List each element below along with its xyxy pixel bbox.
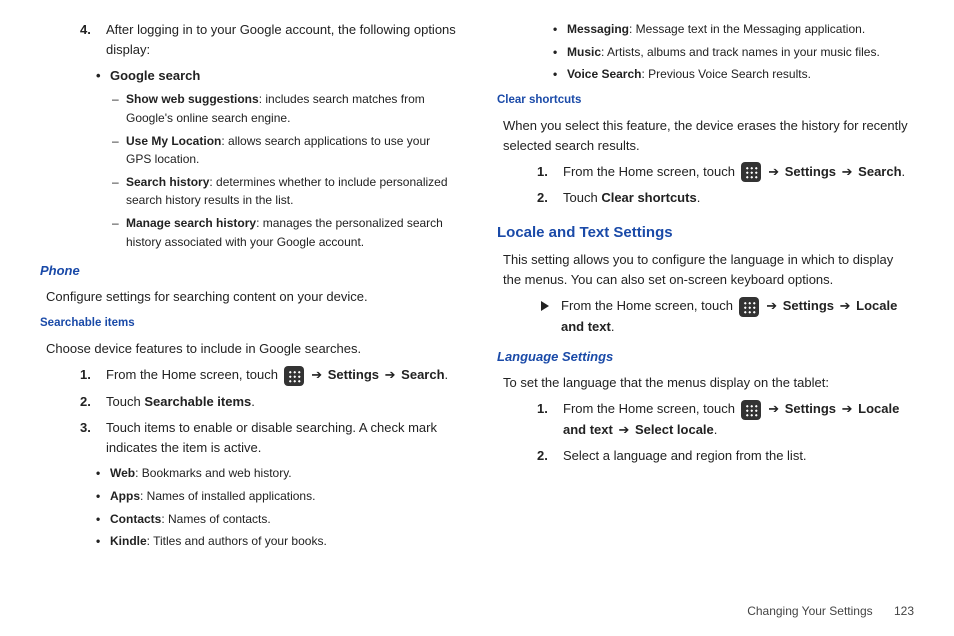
page-number: 123 xyxy=(894,604,914,618)
dash-show-web: – Show web suggestions: includes search … xyxy=(112,90,457,127)
bullet-mark: • xyxy=(553,43,567,62)
dash-manage-history: – Manage search history: manages the per… xyxy=(112,214,457,251)
heading-searchable: Searchable items xyxy=(40,315,457,333)
bullet-music: • Music: Artists, albums and track names… xyxy=(553,43,914,62)
arrow-icon: ➔ xyxy=(766,298,777,313)
dash-mark: – xyxy=(112,90,126,127)
step-body: Touch Clear shortcuts. xyxy=(563,188,914,208)
bullet-google-search: • Google search xyxy=(96,66,457,86)
bullet-body: Kindle: Titles and authors of your books… xyxy=(110,532,327,551)
searchable-step-2: 2. Touch Searchable items. xyxy=(80,392,457,412)
clear-step-2: 2. Touch Clear shortcuts. xyxy=(537,188,914,208)
step-body: Touch Searchable items. xyxy=(106,392,457,412)
arrow-icon: ➔ xyxy=(842,164,853,179)
bullet-mark: • xyxy=(96,532,110,551)
step-number: 1. xyxy=(537,162,563,183)
step-body: Touch items to enable or disable searchi… xyxy=(106,418,457,458)
bullet-mark: • xyxy=(553,65,567,84)
dash-body: Show web suggestions: includes search ma… xyxy=(126,90,457,127)
dash-use-location: – Use My Location: allows search applica… xyxy=(112,132,457,169)
arrow-icon: ➔ xyxy=(842,401,853,416)
step-text: After logging in to your Google account,… xyxy=(106,20,457,60)
apps-grid-icon xyxy=(284,366,304,386)
footer-section: Changing Your Settings xyxy=(747,604,872,618)
locale-para: This setting allows you to configure the… xyxy=(503,250,914,290)
bullet-voice-search: • Voice Search: Previous Voice Search re… xyxy=(553,65,914,84)
dash-body: Search history: determines whether to in… xyxy=(126,173,457,210)
step-number: 4. xyxy=(80,20,106,60)
heading-clear-shortcuts: Clear shortcuts xyxy=(497,92,914,110)
step-number: 2. xyxy=(537,188,563,208)
bullet-mark: • xyxy=(96,487,110,506)
arrow-icon: ➔ xyxy=(385,367,396,382)
bullet-body: Voice Search: Previous Voice Search resu… xyxy=(567,65,811,84)
heading-phone: Phone xyxy=(40,261,457,281)
clear-step-1: 1. From the Home screen, touch ➔ Setting… xyxy=(537,162,914,183)
step-number: 2. xyxy=(537,446,563,466)
arrow-icon: ➔ xyxy=(311,367,322,382)
lang-step-1: 1. From the Home screen, touch ➔ Setting… xyxy=(537,399,914,440)
step-number: 1. xyxy=(80,365,106,386)
lang-step-2: 2. Select a language and region from the… xyxy=(537,446,914,466)
bullet-body: Apps: Names of installed applications. xyxy=(110,487,315,506)
step-4: 4. After logging in to your Google accou… xyxy=(80,20,457,60)
bullet-contacts: • Contacts: Names of contacts. xyxy=(96,510,457,529)
step-body: Select a language and region from the li… xyxy=(563,446,914,466)
arrow-icon: ➔ xyxy=(618,422,629,437)
lang-para: To set the language that the menus displ… xyxy=(503,373,914,393)
dash-mark: – xyxy=(112,214,126,251)
bullet-mark: • xyxy=(553,20,567,39)
apps-grid-icon xyxy=(739,297,759,317)
bullet-body: Messaging: Message text in the Messaging… xyxy=(567,20,865,39)
bullet-mark: • xyxy=(96,510,110,529)
dash-mark: – xyxy=(112,173,126,210)
bullet-body: Web: Bookmarks and web history. xyxy=(110,464,292,483)
heading-language: Language Settings xyxy=(497,347,914,367)
clear-para: When you select this feature, the device… xyxy=(503,116,914,156)
bullet-mark: • xyxy=(96,66,110,86)
apps-grid-icon xyxy=(741,400,761,420)
bullet-body: Music: Artists, albums and track names i… xyxy=(567,43,880,62)
bullet-kindle: • Kindle: Titles and authors of your boo… xyxy=(96,532,457,551)
step-number: 3. xyxy=(80,418,106,458)
step-body: From the Home screen, touch ➔ Settings ➔… xyxy=(563,399,914,440)
bullet-mark: • xyxy=(96,464,110,483)
left-column: 4. After logging in to your Google accou… xyxy=(40,20,457,555)
dash-body: Manage search history: manages the perso… xyxy=(126,214,457,251)
heading-locale-text: Locale and Text Settings xyxy=(497,221,914,244)
arrow-icon: ➔ xyxy=(768,401,779,416)
arrow-icon: ➔ xyxy=(840,298,851,313)
step-body: From the Home screen, touch ➔ Settings ➔… xyxy=(561,296,914,337)
triangle-icon xyxy=(541,301,549,311)
bullet-label: Google search xyxy=(110,66,200,86)
step-body: From the Home screen, touch ➔ Settings ➔… xyxy=(563,162,914,183)
dash-search-history: – Search history: determines whether to … xyxy=(112,173,457,210)
locale-step: From the Home screen, touch ➔ Settings ➔… xyxy=(537,296,914,337)
page-footer: Changing Your Settings 123 xyxy=(747,604,914,618)
searchable-para: Choose device features to include in Goo… xyxy=(46,339,457,359)
page-content: 4. After logging in to your Google accou… xyxy=(0,0,954,595)
bullet-messaging: • Messaging: Message text in the Messagi… xyxy=(553,20,914,39)
right-column: • Messaging: Message text in the Messagi… xyxy=(497,20,914,555)
apps-grid-icon xyxy=(741,162,761,182)
bullet-body: Contacts: Names of contacts. xyxy=(110,510,271,529)
step-number: 1. xyxy=(537,399,563,440)
step-body: From the Home screen, touch ➔ Settings ➔… xyxy=(106,365,457,386)
step-number: 2. xyxy=(80,392,106,412)
bullet-apps: • Apps: Names of installed applications. xyxy=(96,487,457,506)
arrow-icon: ➔ xyxy=(768,164,779,179)
dash-body: Use My Location: allows search applicati… xyxy=(126,132,457,169)
phone-para: Configure settings for searching content… xyxy=(46,287,457,307)
dash-mark: – xyxy=(112,132,126,169)
bullet-web: • Web: Bookmarks and web history. xyxy=(96,464,457,483)
searchable-step-3: 3. Touch items to enable or disable sear… xyxy=(80,418,457,458)
searchable-step-1: 1. From the Home screen, touch ➔ Setting… xyxy=(80,365,457,386)
